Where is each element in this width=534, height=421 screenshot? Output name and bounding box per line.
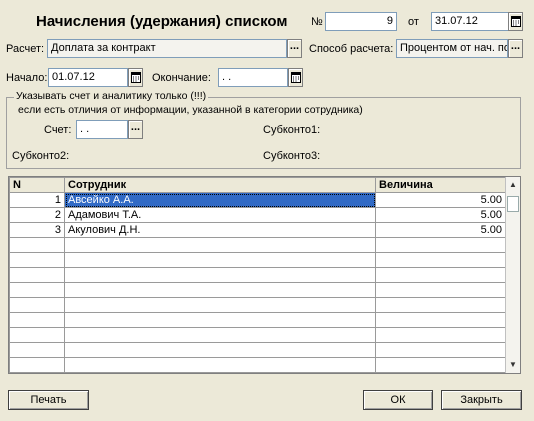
- table-row-empty[interactable]: [9, 342, 506, 358]
- subconto3-label: Субконто3:: [263, 150, 321, 162]
- empty-cell[interactable]: [375, 342, 506, 358]
- empty-cell[interactable]: [375, 282, 506, 298]
- close-button[interactable]: Закрыть: [441, 390, 522, 410]
- row-number: 2: [9, 207, 65, 223]
- empty-cell[interactable]: [9, 342, 65, 358]
- account-label: Счет:: [44, 124, 72, 136]
- scroll-up-icon[interactable]: ▲: [506, 177, 520, 192]
- scroll-thumb[interactable]: [507, 196, 519, 212]
- grid-header-row: N Сотрудник Величина: [9, 177, 506, 193]
- method-label: Способ расчета:: [309, 43, 394, 55]
- form-title: Начисления (удержания) списком: [36, 13, 288, 30]
- table-row-empty[interactable]: [9, 312, 506, 328]
- empty-cell[interactable]: [375, 357, 506, 373]
- groupbox-legend: Указывать счет и аналитику только (!!!): [14, 90, 209, 103]
- calc-select-button[interactable]: ...: [287, 39, 302, 58]
- row-number: 1: [9, 192, 65, 208]
- number-field[interactable]: 9: [325, 12, 397, 31]
- empty-cell[interactable]: [64, 297, 376, 313]
- empty-cell[interactable]: [64, 237, 376, 253]
- table-row[interactable]: 3 Акулович Д.Н. 5.00: [9, 222, 506, 238]
- empty-cell[interactable]: [64, 267, 376, 283]
- subconto1-label: Субконто1:: [263, 124, 321, 136]
- empty-cell[interactable]: [9, 282, 65, 298]
- value-cell[interactable]: 5.00: [375, 222, 506, 238]
- end-date-field[interactable]: . .: [218, 68, 288, 87]
- scroll-down-icon[interactable]: ▼: [506, 357, 520, 372]
- grid-scrollbar[interactable]: ▲ ▼: [505, 177, 520, 373]
- legend-line-2: если есть отличия от информации, указанн…: [18, 104, 363, 116]
- column-header-employee[interactable]: Сотрудник: [64, 177, 376, 193]
- table-row-empty[interactable]: [9, 252, 506, 268]
- start-date-field[interactable]: 01.07.12: [48, 68, 128, 87]
- subconto2-label: Субконто2:: [12, 150, 70, 162]
- empty-cell[interactable]: [64, 252, 376, 268]
- table-row-empty[interactable]: [9, 297, 506, 313]
- empty-cell[interactable]: [375, 267, 506, 283]
- calc-field[interactable]: Доплата за контракт: [47, 39, 287, 58]
- ok-button[interactable]: ОК: [363, 390, 433, 410]
- number-label: №: [311, 16, 323, 28]
- account-select-button[interactable]: ...: [128, 120, 143, 139]
- table-row-empty[interactable]: [9, 357, 506, 373]
- legend-line-1: Указывать счет и аналитику только (!!!): [16, 90, 207, 102]
- account-field[interactable]: . .: [76, 120, 128, 139]
- employee-cell[interactable]: Адамович Т.А.: [64, 207, 376, 223]
- empty-cell[interactable]: [64, 312, 376, 328]
- empty-cell[interactable]: [64, 342, 376, 358]
- empty-cell[interactable]: [375, 312, 506, 328]
- column-header-n[interactable]: N: [9, 177, 65, 193]
- calendar-icon[interactable]: [288, 68, 303, 87]
- table-row-empty[interactable]: [9, 327, 506, 343]
- empty-cell[interactable]: [9, 237, 65, 253]
- empty-cell[interactable]: [375, 252, 506, 268]
- method-field[interactable]: Процентом от нач. по: [396, 39, 508, 58]
- table-row[interactable]: 1 Авсейко А.А. 5.00: [9, 192, 506, 208]
- value-cell[interactable]: 5.00: [375, 192, 506, 208]
- empty-cell[interactable]: [375, 297, 506, 313]
- empty-cell[interactable]: [64, 357, 376, 373]
- employee-cell[interactable]: Авсейко А.А.: [64, 192, 376, 208]
- start-label: Начало:: [6, 72, 48, 84]
- empty-cell[interactable]: [9, 327, 65, 343]
- table-row[interactable]: 2 Адамович Т.А. 5.00: [9, 207, 506, 223]
- document-date-field[interactable]: 31.07.12: [431, 12, 509, 31]
- method-select-button[interactable]: ...: [508, 39, 523, 58]
- empty-cell[interactable]: [64, 327, 376, 343]
- table-row-empty[interactable]: [9, 282, 506, 298]
- employee-cell[interactable]: Акулович Д.Н.: [64, 222, 376, 238]
- value-cell[interactable]: 5.00: [375, 207, 506, 223]
- empty-cell[interactable]: [375, 237, 506, 253]
- column-header-value[interactable]: Величина: [375, 177, 506, 193]
- calendar-icon[interactable]: [128, 68, 143, 87]
- employees-grid[interactable]: N Сотрудник Величина 1 Авсейко А.А. 5.00…: [8, 176, 521, 374]
- empty-cell[interactable]: [375, 327, 506, 343]
- empty-cell[interactable]: [64, 282, 376, 298]
- end-label: Окончание:: [152, 72, 211, 84]
- empty-cell[interactable]: [9, 252, 65, 268]
- grid-table: N Сотрудник Величина 1 Авсейко А.А. 5.00…: [9, 177, 506, 373]
- empty-cell[interactable]: [9, 267, 65, 283]
- table-row-empty[interactable]: [9, 237, 506, 253]
- empty-cell[interactable]: [9, 297, 65, 313]
- empty-cell[interactable]: [9, 312, 65, 328]
- calendar-icon[interactable]: [508, 12, 523, 31]
- print-button[interactable]: Печать: [8, 390, 89, 410]
- from-label: от: [408, 16, 419, 28]
- calc-label: Расчет:: [6, 43, 45, 55]
- table-row-empty[interactable]: [9, 267, 506, 283]
- empty-cell[interactable]: [9, 357, 65, 373]
- row-number: 3: [9, 222, 65, 238]
